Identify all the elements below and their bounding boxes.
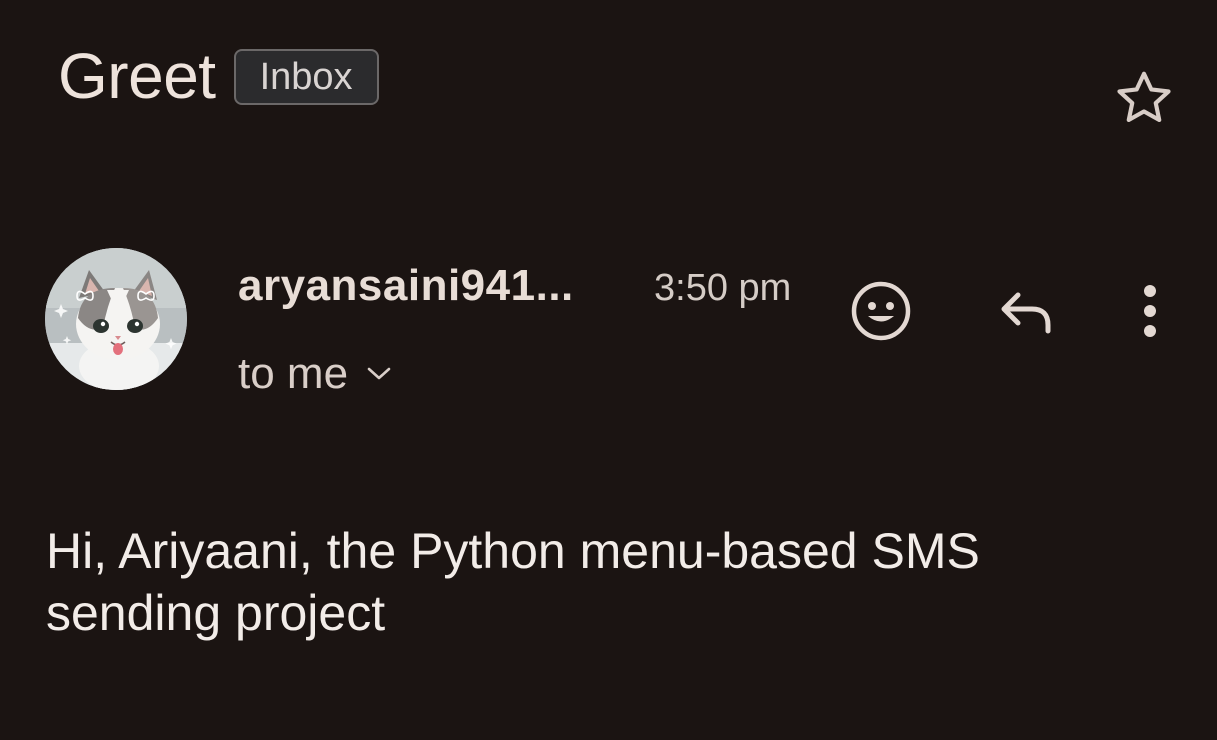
- more-vertical-icon: [1144, 285, 1156, 337]
- more-options-button[interactable]: [1120, 276, 1180, 346]
- star-icon: [1117, 71, 1171, 123]
- subject-row: Greet Inbox: [58, 38, 379, 114]
- reply-arrow-icon: [1001, 292, 1051, 334]
- recipients-text: to me: [238, 349, 349, 398]
- email-view: Greet Inbox aryansaini941... 3:50 pm to …: [0, 0, 1217, 740]
- add-reaction-button[interactable]: [846, 276, 916, 346]
- sender-avatar[interactable]: [45, 248, 187, 390]
- sender-name[interactable]: aryansaini941...: [238, 258, 574, 314]
- email-body: Hi, Ariyaani, the Python menu-based SMS …: [46, 523, 980, 641]
- star-button[interactable]: [1108, 66, 1180, 130]
- email-subject: Greet: [58, 40, 216, 112]
- recipients-toggle[interactable]: to me: [238, 346, 392, 402]
- reply-button[interactable]: [990, 276, 1060, 346]
- emoji-smile-icon: [851, 281, 911, 341]
- chevron-down-icon: [366, 365, 392, 383]
- cat-avatar-image: [45, 248, 187, 390]
- inbox-label-chip[interactable]: Inbox: [233, 49, 379, 105]
- email-time: 3:50 pm: [654, 267, 792, 309]
